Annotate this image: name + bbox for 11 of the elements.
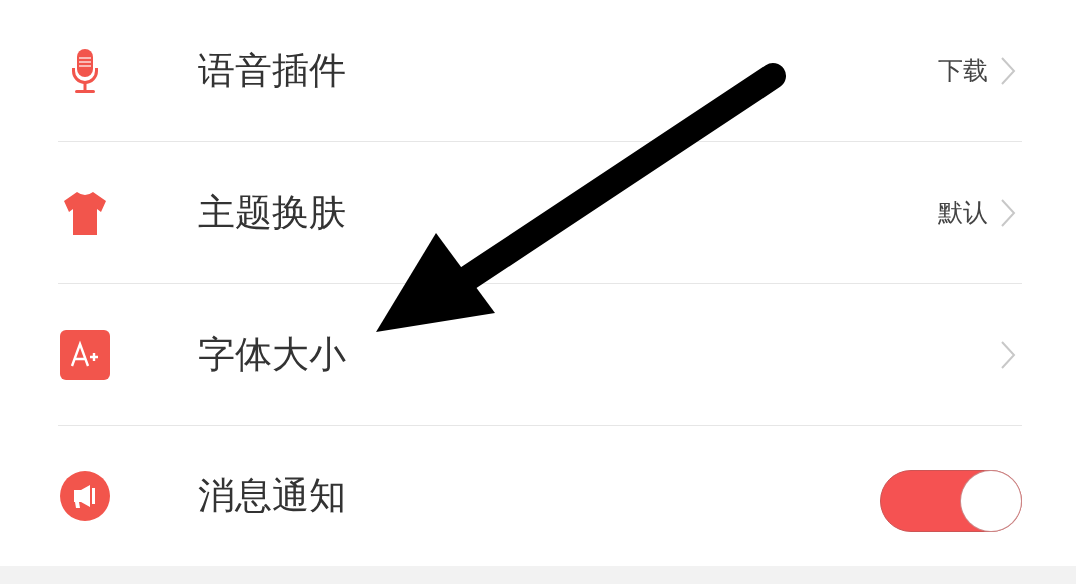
setting-value: 下载 bbox=[938, 55, 988, 87]
megaphone-icon bbox=[60, 471, 110, 521]
setting-label: 消息通知 bbox=[198, 473, 346, 519]
setting-value: 默认 bbox=[938, 197, 988, 229]
setting-label: 语音插件 bbox=[198, 47, 346, 94]
setting-label: 主题换肤 bbox=[198, 189, 346, 236]
chevron-right-icon[interactable] bbox=[1000, 55, 1016, 86]
setting-label: 字体大小 bbox=[198, 331, 346, 378]
chevron-right-icon[interactable] bbox=[1000, 197, 1016, 228]
chevron-right-icon[interactable] bbox=[1000, 339, 1016, 370]
font-size-icon bbox=[60, 329, 110, 380]
